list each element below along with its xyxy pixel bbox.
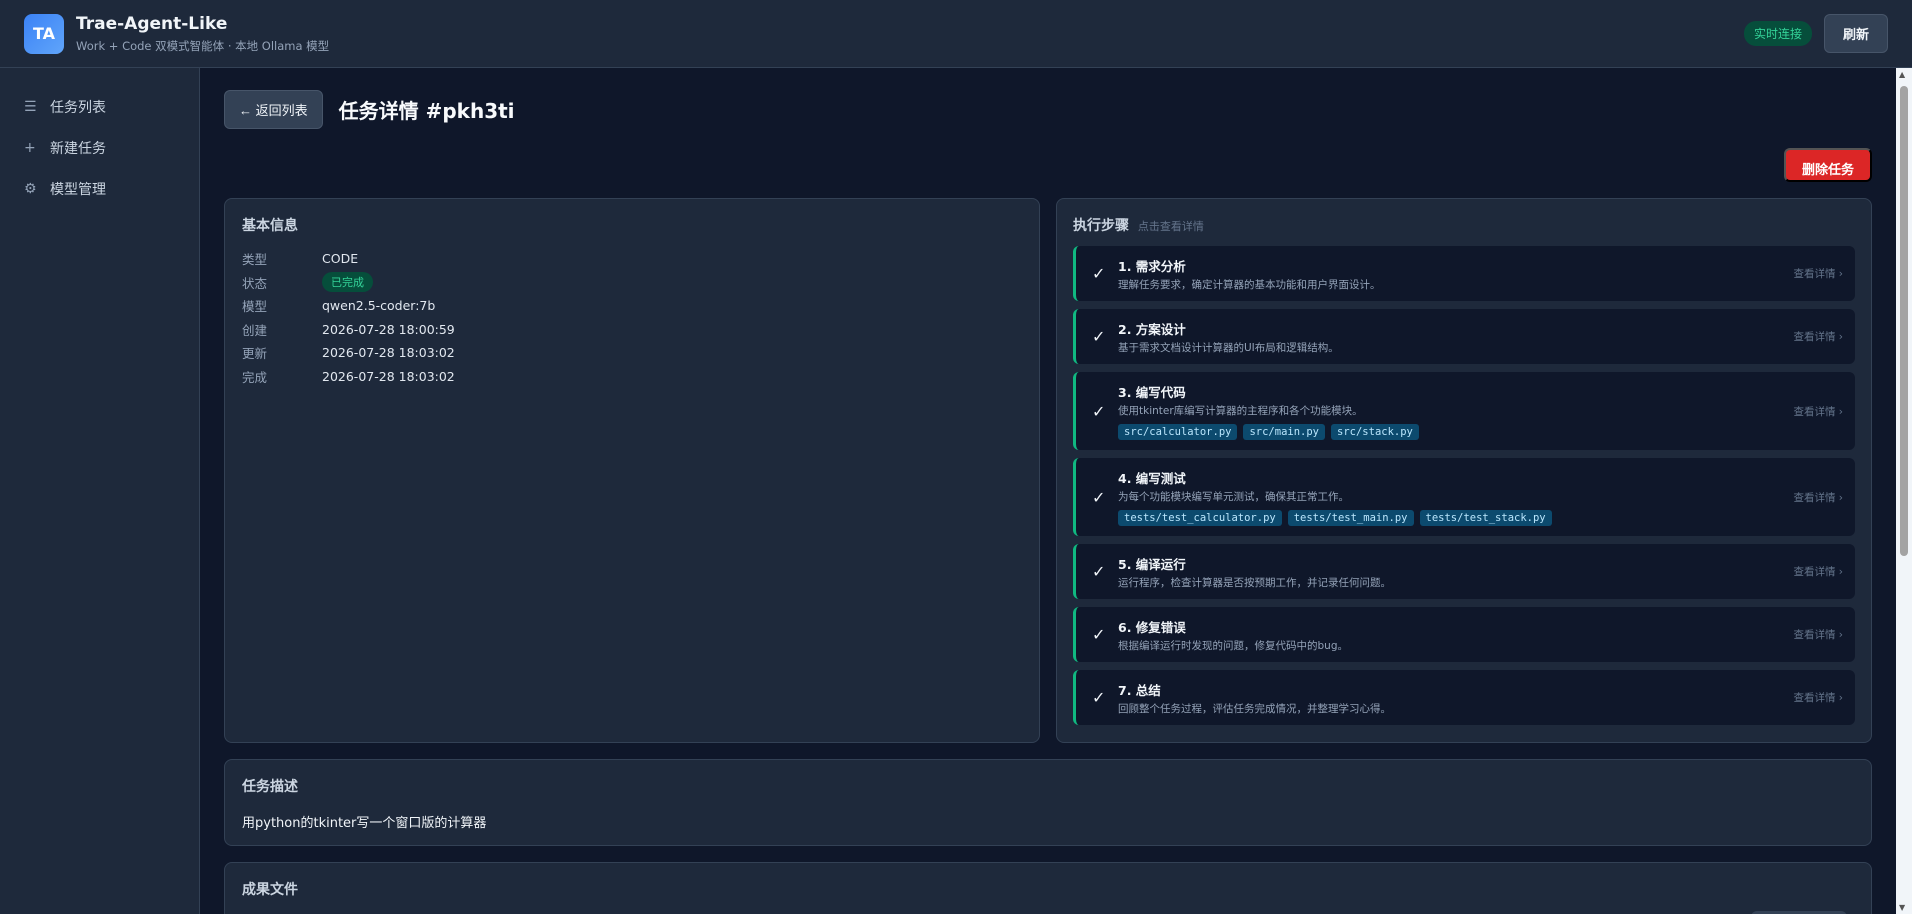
step-description: 基于需求文档设计计算器的UI布局和逻辑结构。 (1118, 341, 1339, 354)
list-icon: ☰ (24, 98, 37, 115)
step-description: 使用tkinter库编写计算器的主程序和各个功能模块。 (1118, 405, 1363, 417)
step-item[interactable]: ✓ 6. 修复错误根据编译运行时发现的问题，修复代码中的bug。 查看详情 › (1073, 607, 1855, 662)
info-row-updated: 更新 2026-07-28 18:03:02 (242, 341, 1022, 365)
info-row-status: 状态 已完成 (242, 271, 1022, 295)
task-description-card: 任务描述 用python的tkinter写一个窗口版的计算器 (224, 759, 1872, 846)
check-icon: ✓ (1092, 562, 1106, 581)
file-tag[interactable]: src/calculator.py (1118, 424, 1238, 440)
delete-task-button[interactable]: 删除任务 (1783, 148, 1872, 182)
app-logo: TA (24, 13, 64, 54)
sidebar: ☰ 任务列表 + 新建任务 ⚙ 模型管理 (0, 68, 200, 914)
scroll-up-icon[interactable]: ▲ (1899, 70, 1905, 79)
step-name: 1. 需求分析 (1118, 258, 1186, 274)
artifacts-card: 成果文件 (224, 862, 1872, 914)
step-description: 为每个功能模块编写单元测试，确保其正常工作。 (1118, 491, 1349, 503)
check-icon: ✓ (1092, 625, 1106, 644)
top-bar: TA Trae-Agent-Like Work + Code 双模式智能体 · … (0, 0, 1912, 68)
sidebar-item-model-management[interactable]: ⚙ 模型管理 (0, 168, 199, 209)
basic-info-title: 基本信息 (242, 218, 298, 234)
step-name: 5. 编译运行 (1118, 556, 1186, 572)
live-connection-badge: 实时连接 (1743, 21, 1812, 46)
scrollbar-thumb[interactable] (1900, 86, 1908, 556)
info-value: 2026-07-28 18:03:02 (322, 345, 455, 361)
view-details-link[interactable]: 查看详情 › (1793, 266, 1843, 281)
gear-icon: ⚙ (24, 180, 37, 197)
view-details-link[interactable]: 查看详情 › (1793, 490, 1843, 505)
file-tag[interactable]: tests/test_stack.py (1419, 510, 1552, 526)
plus-icon: + (24, 139, 36, 156)
check-icon: ✓ (1092, 688, 1106, 707)
step-name: 6. 修复错误 (1118, 619, 1186, 635)
info-label: 状态 (242, 275, 268, 291)
info-row-created: 创建 2026-07-28 18:00:59 (242, 318, 1022, 342)
sidebar-item-label: 新建任务 (50, 140, 106, 157)
step-description: 运行程序，检查计算器是否按预期工作，并记录任何问题。 (1118, 576, 1391, 589)
file-tag[interactable]: tests/test_calculator.py (1118, 510, 1282, 526)
info-label: 完成 (242, 369, 268, 385)
sidebar-item-task-list[interactable]: ☰ 任务列表 (0, 86, 199, 127)
status-badge: 已完成 (322, 272, 373, 293)
info-value: CODE (322, 251, 359, 267)
check-icon: ✓ (1092, 327, 1106, 346)
step-item[interactable]: ✓ 2. 方案设计基于需求文档设计计算器的UI布局和逻辑结构。 查看详情 › (1073, 309, 1855, 364)
step-description: 理解任务要求，确定计算器的基本功能和用户界面设计。 (1118, 278, 1381, 291)
step-item[interactable]: ✓ 7. 总结回顾整个任务过程，评估任务完成情况，并整理学习心得。 查看详情 › (1073, 670, 1855, 725)
view-details-link[interactable]: 查看详情 › (1793, 329, 1843, 344)
description-title: 任务描述 (242, 779, 298, 795)
info-row-completed: 完成 2026-07-28 18:03:02 (242, 365, 1022, 389)
steps-list: ✓ 1. 需求分析 理解任务要求，确定计算器的基本功能和用户界面设计。 查看详情 › ✓… (1073, 246, 1855, 725)
view-details-link[interactable]: 查看详情 › (1793, 404, 1843, 419)
brand: Trae-Agent-Like Work + Code 双模式智能体 · 本地 … (76, 14, 329, 54)
basic-info-card: 基本信息 类型 CODE 状态 已完成 模型 qwen2.5-coder:7b … (224, 198, 1040, 743)
page-scrollbar[interactable]: ▲ ▼ (1896, 68, 1912, 914)
file-tag[interactable]: src/stack.py (1331, 424, 1419, 440)
page-title: 任务详情 #pkh3ti (338, 98, 515, 123)
info-label: 创建 (242, 322, 268, 338)
sidebar-item-label: 任务列表 (50, 99, 106, 116)
description-text: 用python的tkinter写一个窗口版的计算器 (242, 816, 487, 831)
step-name: 7. 总结 (1118, 682, 1161, 698)
steps-hint: 点击查看详情 (1137, 220, 1204, 233)
step-name: 3. 编写代码 (1118, 385, 1186, 400)
back-to-list-button[interactable]: ← 返回列表 (224, 89, 323, 129)
step-name: 4. 编写测试 (1118, 471, 1186, 486)
file-tag[interactable]: tests/test_main.py (1287, 510, 1414, 526)
step-item[interactable]: ✓ 5. 编译运行运行程序，检查计算器是否按预期工作，并记录任何问题。 查看详情 › (1073, 544, 1855, 599)
step-item[interactable]: ✓ 3. 编写代码使用tkinter库编写计算器的主程序和各个功能模块。 src/c… (1073, 372, 1855, 450)
sidebar-item-label: 模型管理 (50, 181, 106, 198)
steps-title: 执行步骤 点击查看详情 (1073, 215, 1855, 235)
check-icon: ✓ (1092, 264, 1106, 283)
sidebar-item-new-task[interactable]: + 新建任务 (0, 127, 199, 168)
view-details-link[interactable]: 查看详情 › (1793, 690, 1843, 705)
refresh-button[interactable]: 刷新 (1823, 14, 1888, 53)
app-subtitle: Work + Code 双模式智能体 · 本地 Ollama 模型 (76, 38, 330, 53)
check-icon: ✓ (1092, 487, 1106, 507)
info-value: 2026-07-28 18:03:02 (322, 368, 455, 384)
info-row-type: 类型 CODE (242, 247, 1022, 271)
step-name: 2. 方案设计 (1118, 321, 1186, 337)
scroll-down-icon[interactable]: ▼ (1899, 903, 1905, 912)
view-details-link[interactable]: 查看详情 › (1793, 627, 1843, 642)
app-title: Trae-Agent-Like (76, 13, 228, 34)
info-label: 更新 (242, 346, 268, 362)
step-item[interactable]: ✓ 4. 编写测试为每个功能模块编写单元测试，确保其正常工作。 tests/test… (1073, 458, 1855, 536)
info-row-model: 模型 qwen2.5-coder:7b (242, 294, 1022, 318)
step-description: 根据编译运行时发现的问题，修复代码中的bug。 (1118, 639, 1348, 652)
file-tag[interactable]: src/main.py (1243, 424, 1326, 440)
steps-title-text: 执行步骤 (1073, 218, 1129, 234)
step-description: 回顾整个任务过程，评估任务完成情况，并整理学习心得。 (1118, 702, 1391, 715)
step-item[interactable]: ✓ 1. 需求分析理解任务要求，确定计算器的基本功能和用户界面设计。 查看详情 › (1073, 246, 1855, 301)
view-details-link[interactable]: 查看详情 › (1793, 564, 1843, 579)
info-label: 模型 (242, 299, 268, 315)
info-value: 2026-07-28 18:00:59 (322, 321, 455, 337)
execution-steps-card: 执行步骤 点击查看详情 ✓ 1. 需求分析理解任务要求，确定计算器的基本功能和用户… (1056, 198, 1872, 743)
info-value: qwen2.5-coder:7b (322, 298, 436, 314)
check-icon: ✓ (1092, 401, 1106, 421)
artifacts-title: 成果文件 (242, 882, 298, 898)
main-content: ← 返回列表 任务详情 #pkh3ti 删除任务 基本信息 类型 CODE 状态… (200, 68, 1896, 914)
info-label: 类型 (242, 252, 268, 268)
